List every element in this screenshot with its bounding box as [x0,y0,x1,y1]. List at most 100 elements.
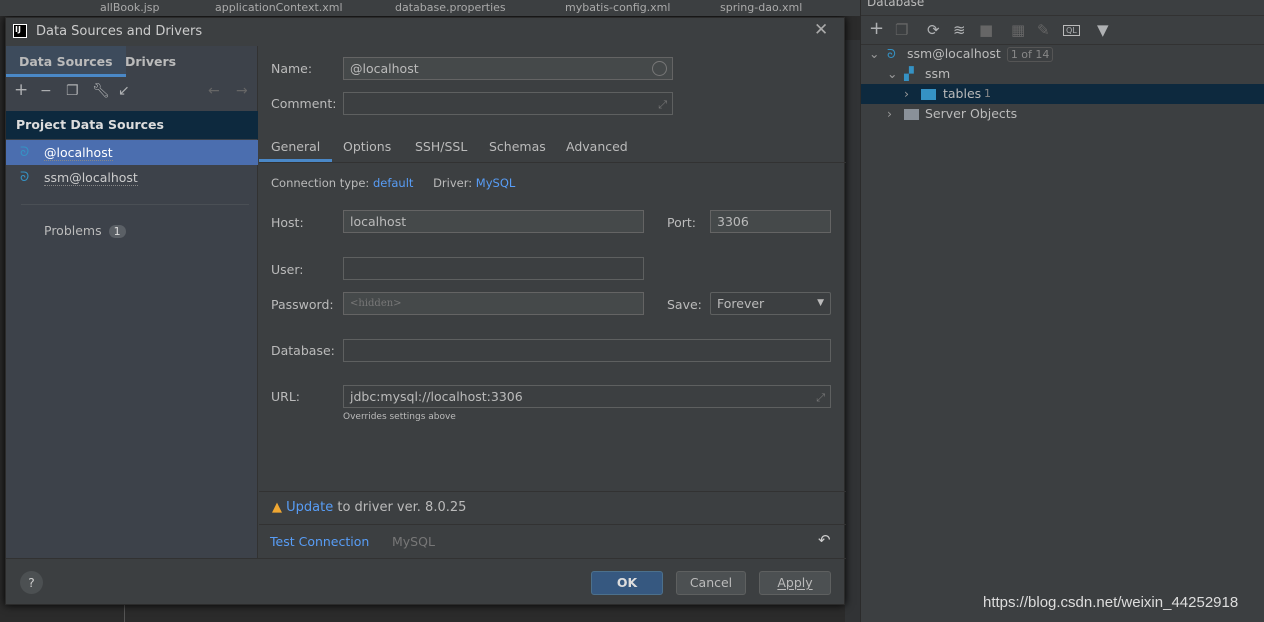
tab-data-sources[interactable]: Data Sources [6,46,126,77]
remove-icon[interactable]: − [40,83,52,99]
driver-update-notice: ▲ Update to driver ver. 8.0.25 [272,500,467,515]
tree-item-server-objects[interactable]: › Server Objects [861,104,1264,124]
user-input[interactable] [343,257,644,280]
mysql-icon: ᘐ [20,145,30,160]
refresh-icon[interactable]: ⟳ [927,21,940,39]
password-label: Password: [271,297,334,312]
tab-schemas[interactable]: Schemas [477,133,558,162]
duplicate-icon[interactable]: ❐ [895,21,908,39]
intellij-logo-icon: IJ [13,24,27,38]
left-panel: Data Sources Drivers + − ❐ 🔧︎ ↙ ← → Proj… [6,46,258,559]
mysql-icon: ᘐ [887,46,896,61]
tree-item-schema[interactable]: ⌄ ▞ ssm [861,64,1264,84]
divider [21,204,249,205]
url-label: URL: [271,389,301,404]
tab-ssh-ssl[interactable]: SSH/SSL [403,133,479,162]
connection-info: Connection type: default Driver: MySQL [271,176,516,190]
database-panel-title: Database [867,0,925,9]
editor-tab[interactable]: spring-dao.xml [720,1,802,15]
count: 1 [984,87,991,100]
close-icon[interactable]: ✕ [814,20,828,40]
help-button[interactable]: ? [20,571,43,594]
editor-tab[interactable]: applicationContext.xml [215,1,343,15]
sql-console-icon[interactable]: QL [1063,25,1080,36]
watermark: https://blog.csdn.net/weixin_44252918 [983,594,1239,611]
table-icon[interactable]: ▦ [1011,21,1025,39]
edit-icon[interactable]: ✎ [1037,21,1050,39]
folder-icon [904,109,919,120]
list-item-datasource[interactable]: ᘐ ssm@localhost [6,165,258,190]
divider [259,491,846,492]
tab-drivers[interactable]: Drivers [112,46,189,77]
mysql-icon: ᘐ [20,170,30,185]
warning-icon: ▲ [272,500,282,515]
wrench-icon[interactable]: 🔧︎ [92,83,110,99]
port-input[interactable]: 3306 [710,210,831,233]
tree-item-datasource[interactable]: ⌄ ᘐ ssm@localhost 1 of 14 [861,44,1264,64]
url-hint: Overrides settings above [343,412,456,422]
expand-icon[interactable]: ⤢ [658,94,667,115]
schema-settings-icon[interactable]: ≋ [953,21,966,39]
driver-name: MySQL [392,534,435,549]
editor-tab[interactable]: mybatis-config.xml [565,1,670,15]
count-badge: 1 of 14 [1006,47,1054,62]
driver-link[interactable]: MySQL [476,176,516,190]
back-arrow-icon[interactable]: ← [208,83,220,99]
editor-tab-bar: allBook.jsp applicationContext.xml datab… [0,0,860,16]
color-picker-icon[interactable] [652,61,667,76]
editor-gutter [845,40,860,622]
problems-count-badge: 1 [108,225,126,238]
save-dropdown[interactable]: Forever ▼ [710,292,831,315]
forward-arrow-icon[interactable]: → [236,83,248,99]
stop-icon[interactable]: ■ [979,21,993,39]
comment-label: Comment: [271,96,337,111]
tab-general[interactable]: General [259,133,333,162]
tab-options[interactable]: Options [331,133,403,162]
add-icon[interactable]: + [14,80,28,100]
import-icon[interactable]: ↙ [118,83,130,99]
database-label: Database: [271,343,335,358]
chevron-down-icon[interactable]: ⌄ [887,64,897,84]
duplicate-icon[interactable]: ❐ [66,83,79,99]
chevron-down-icon[interactable]: ⌄ [869,44,879,64]
connection-type-link[interactable]: default [373,176,413,190]
list-item-datasource[interactable]: ᘐ @localhost [6,140,258,165]
name-input[interactable]: @localhost [343,57,673,80]
save-label: Save: [667,297,702,312]
revert-icon[interactable]: ↶ [818,531,831,549]
folder-icon [921,89,936,100]
apply-button[interactable]: Apply [759,571,831,595]
expand-icon[interactable]: ⤢ [816,387,825,408]
editor-tab[interactable]: database.properties [395,1,506,15]
problems-item[interactable]: Problems 1 [44,223,126,238]
editor-tab[interactable]: allBook.jsp [100,1,160,15]
user-label: User: [271,262,304,277]
test-connection-link[interactable]: Test Connection [270,534,369,549]
filter-icon[interactable]: ▼ [1097,21,1109,39]
add-icon[interactable]: + [869,18,884,39]
tree-item-tables[interactable]: › tables 1 [861,84,1264,104]
cancel-button[interactable]: Cancel [676,571,746,595]
data-sources-dialog: IJ Data Sources and Drivers ✕ Data Sourc… [5,17,846,605]
divider [259,524,846,525]
host-label: Host: [271,215,304,230]
update-link[interactable]: Update [286,500,333,515]
comment-input[interactable]: ⤢ [343,92,673,115]
database-toolbar: + ❐ ⟳ ≋ ■ ▦ ✎ QL ▼ [861,15,1264,45]
chevron-right-icon[interactable]: › [887,104,892,124]
dialog-titlebar: IJ Data Sources and Drivers ✕ [6,18,846,46]
dialog-title: Data Sources and Drivers [36,24,203,39]
database-panel: Database + ❐ ⟳ ≋ ■ ▦ ✎ QL ▼ ⌄ ᘐ ssm@loca… [860,0,1264,622]
editor-divider [124,605,125,622]
host-input[interactable]: localhost [343,210,644,233]
schema-icon: ▞ [904,66,914,81]
url-input[interactable]: jdbc:mysql://localhost:3306 ⤢ [343,385,831,408]
divider [259,162,846,163]
password-input[interactable]: <hidden> [343,292,644,315]
tab-advanced[interactable]: Advanced [554,133,640,162]
database-input[interactable] [343,339,831,362]
divider [6,558,846,559]
ok-button[interactable]: OK [591,571,663,595]
chevron-right-icon[interactable]: › [904,84,909,104]
section-header: Project Data Sources [6,111,258,139]
